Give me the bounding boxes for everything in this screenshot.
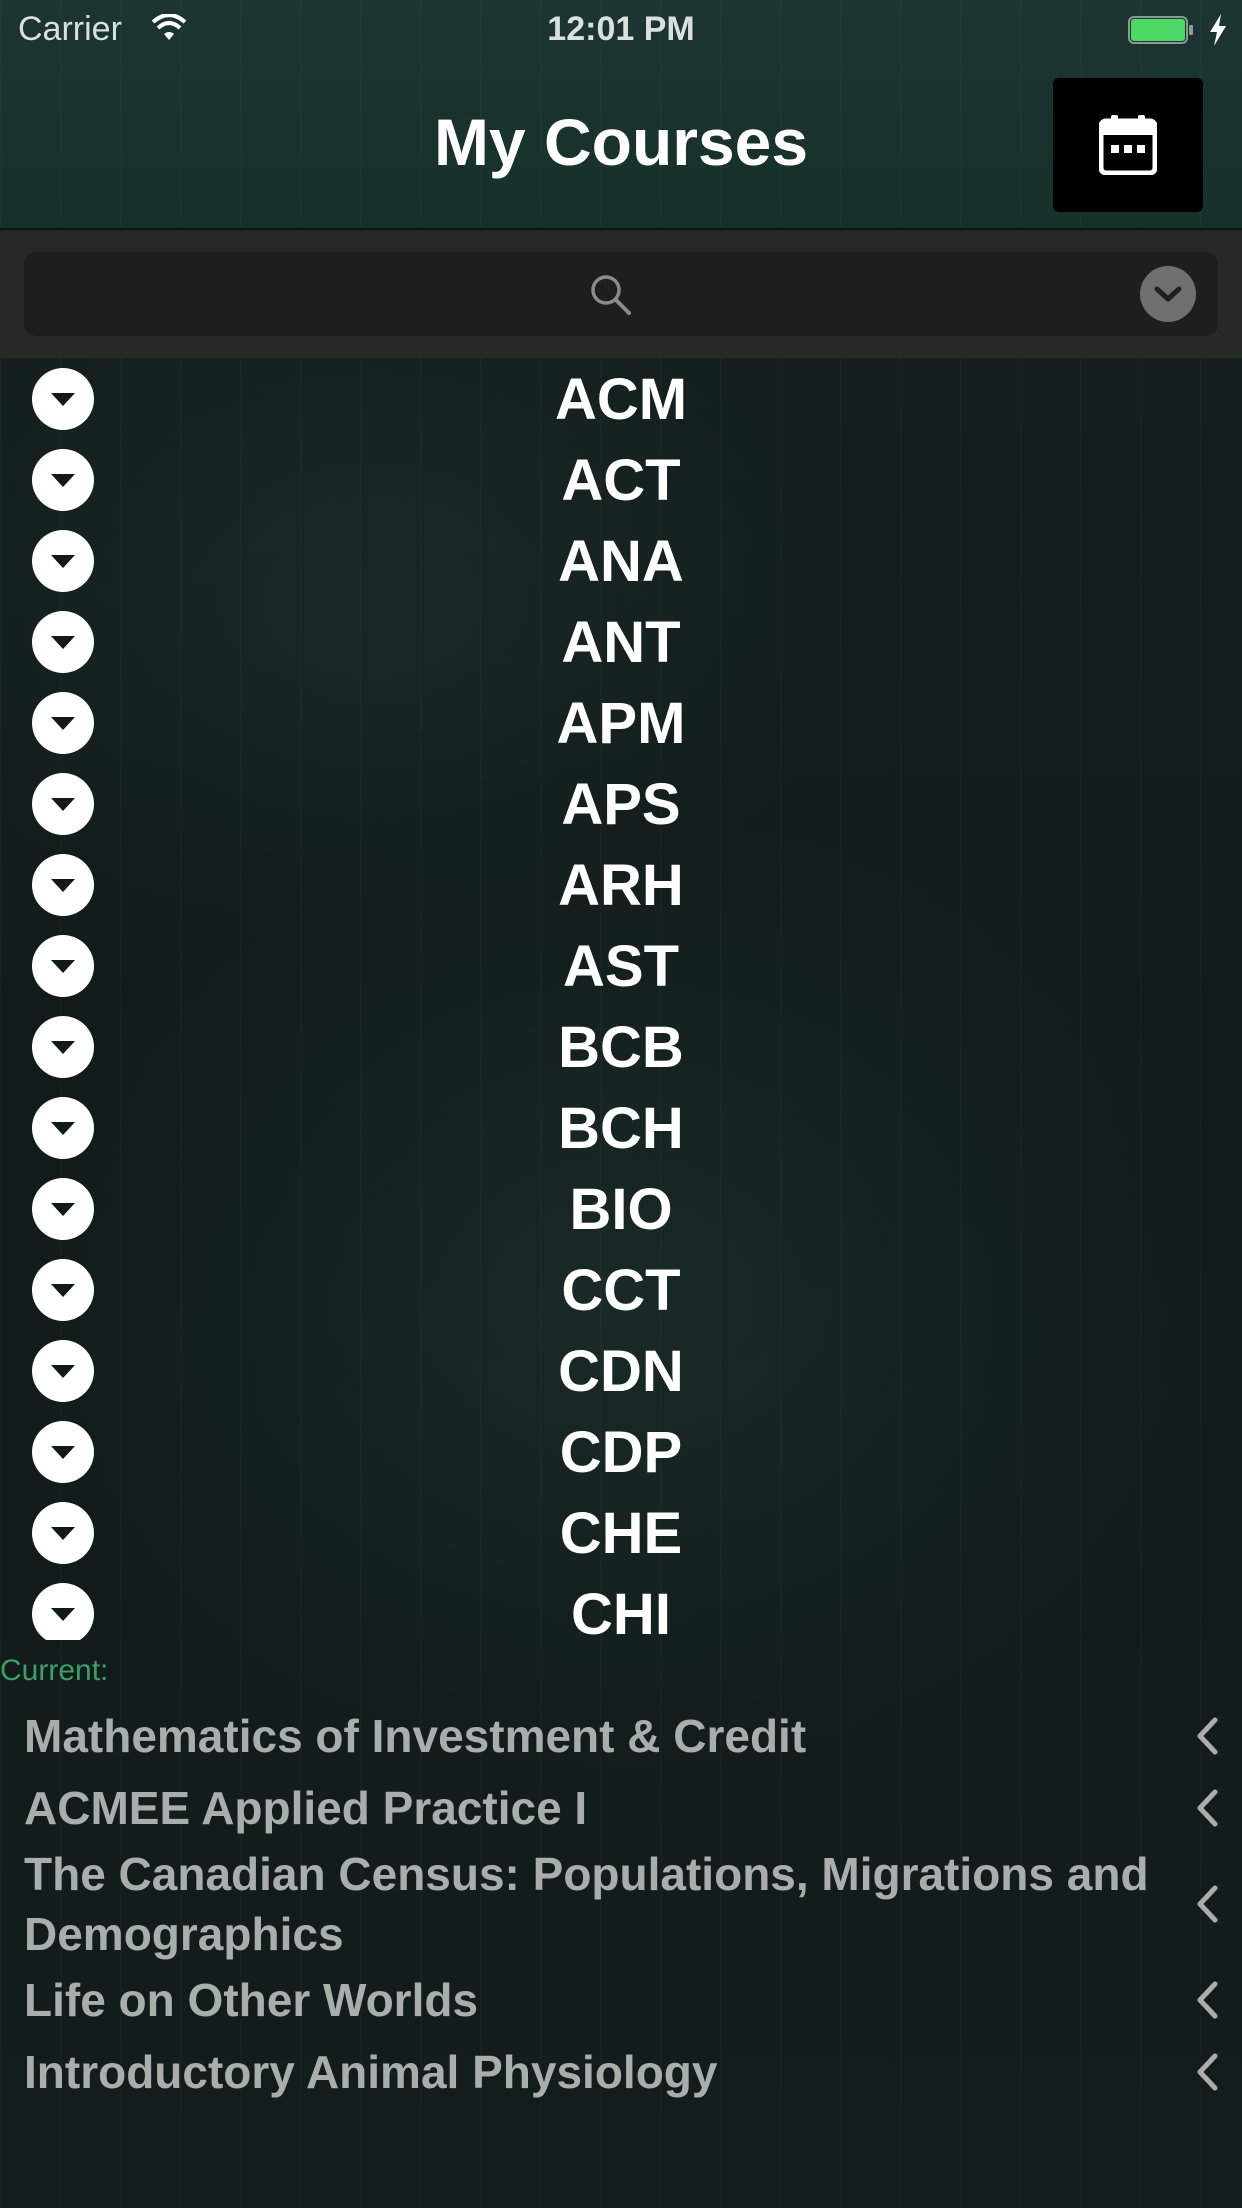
- subject-code: CHI: [571, 1582, 671, 1641]
- subject-code: CHE: [559, 1501, 683, 1566]
- subject-code: CDN: [558, 1339, 684, 1404]
- subject-row[interactable]: CHE: [0, 1492, 1242, 1573]
- subject-code: ACM: [554, 367, 688, 432]
- subject-row[interactable]: APS: [0, 763, 1242, 844]
- filter-dropdown-button[interactable]: [1140, 266, 1196, 322]
- subject-row[interactable]: BCB: [0, 1006, 1242, 1087]
- subject-row[interactable]: CDP: [0, 1411, 1242, 1492]
- subject-code: APM: [556, 691, 686, 756]
- status-time: 12:01 PM: [547, 10, 695, 48]
- chevron-left-icon: [1197, 1789, 1218, 1827]
- subject-code: ACT: [561, 448, 681, 513]
- search-icon: [591, 275, 631, 315]
- current-course-item[interactable]: ACMEE Applied Practice I: [0, 1772, 1242, 1844]
- current-course-item[interactable]: Introductory Animal Physiology: [0, 2036, 1242, 2108]
- calendar-button[interactable]: [1053, 78, 1203, 212]
- subject-code: BCB: [558, 1015, 684, 1080]
- subject-row[interactable]: CDN: [0, 1330, 1242, 1411]
- subject-row[interactable]: ACM: [0, 358, 1242, 439]
- subject-row[interactable]: AST: [0, 925, 1242, 1006]
- status-bar: Carrier 12:01 PM: [0, 0, 1242, 60]
- chevron-left-icon: [1197, 1885, 1218, 1923]
- search-input[interactable]: [24, 252, 1218, 336]
- subject-code: ANA: [558, 529, 684, 594]
- subject-row[interactable]: CCT: [0, 1249, 1242, 1330]
- subject-code: CDP: [559, 1420, 683, 1485]
- current-course-title: Introductory Animal Physiology: [24, 2046, 718, 2098]
- chevron-left-icon: [1197, 1717, 1218, 1755]
- chevron-left-icon: [1197, 1981, 1218, 2019]
- subject-code: CCT: [561, 1258, 681, 1323]
- current-course-item[interactable]: Mathematics of Investment & Credit: [0, 1700, 1242, 1772]
- subject-row[interactable]: CHI: [0, 1573, 1242, 1640]
- current-label: Current:: [0, 1654, 109, 1687]
- subject-code: BIO: [569, 1177, 673, 1242]
- current-course-list: Mathematics of Investment & Credit ACMEE …: [0, 1700, 1242, 2108]
- calendar-icon: [1099, 115, 1157, 175]
- subject-code: ANT: [561, 610, 681, 675]
- current-course-title: The Canadian Census: Populations, Migrat…: [24, 1848, 1149, 1960]
- current-course-title: Life on Other Worlds: [24, 1974, 479, 2026]
- current-course-item[interactable]: Life on Other Worlds: [0, 1964, 1242, 2036]
- battery-icon: [1128, 16, 1193, 44]
- subject-row[interactable]: BIO: [0, 1168, 1242, 1249]
- subject-code: APS: [561, 772, 681, 837]
- subject-code: ARH: [558, 853, 684, 918]
- chevron-down-icon: [1154, 286, 1182, 302]
- subject-row[interactable]: ANA: [0, 520, 1242, 601]
- subject-row[interactable]: ANT: [0, 601, 1242, 682]
- search-bar: [0, 230, 1242, 358]
- subject-row[interactable]: ACT: [0, 439, 1242, 520]
- charging-icon: [1210, 14, 1226, 46]
- chevron-left-icon: [1197, 2053, 1218, 2091]
- current-course-title: Mathematics of Investment & Credit: [24, 1710, 807, 1762]
- current-course-title: ACMEE Applied Practice I: [24, 1782, 588, 1834]
- subject-code: AST: [563, 934, 679, 999]
- subject-code: BCH: [558, 1096, 684, 1161]
- subject-row[interactable]: ARH: [0, 844, 1242, 925]
- subject-row[interactable]: APM: [0, 682, 1242, 763]
- subject-list[interactable]: ACM ACT ANA ANT APM APS ARH AST BCB BCH BIO CCT CDN C…: [0, 358, 1242, 1640]
- subject-row[interactable]: BCH: [0, 1087, 1242, 1168]
- current-course-item[interactable]: The Canadian Census: Populations, Migrat…: [0, 1844, 1242, 1964]
